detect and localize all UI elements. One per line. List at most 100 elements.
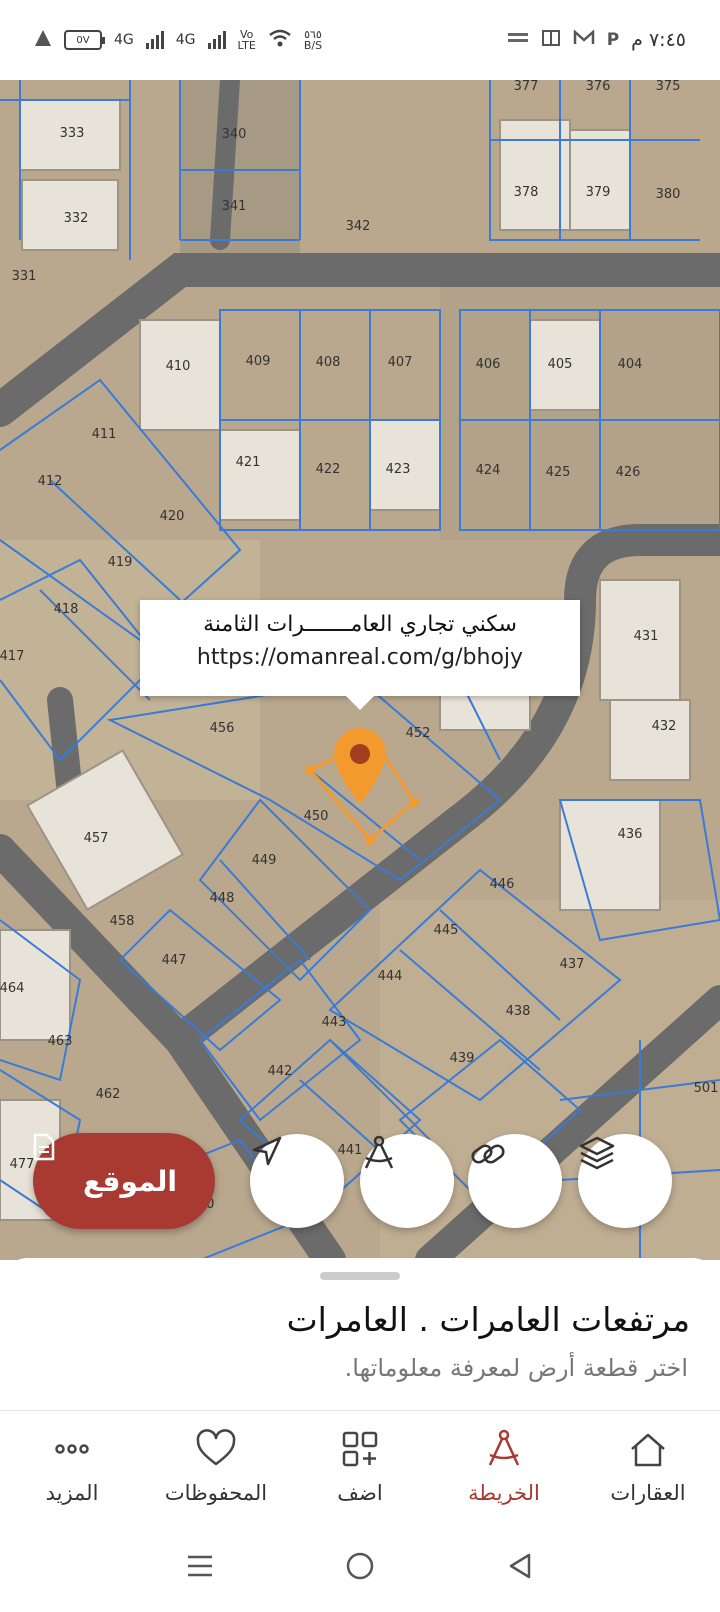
plot-label-436[interactable]: 436 [618, 827, 643, 842]
plot-label-410[interactable]: 410 [166, 359, 191, 374]
link-button[interactable] [468, 1134, 562, 1228]
sheet-drag-handle[interactable] [320, 1272, 400, 1280]
plot-label-456[interactable]: 456 [210, 721, 235, 736]
wifi-icon [268, 29, 292, 51]
satellite-map[interactable]: 333 332 331 340 341 342 377 376 375 378 379 380 410 4… [0, 80, 720, 1260]
plot-label-405[interactable]: 405 [548, 357, 573, 372]
plot-label-444[interactable]: 444 [378, 969, 403, 984]
plot-label-333[interactable]: 333 [60, 126, 85, 141]
status-bar: 0V 4G 4G Vo LTE ٥٦٥ B/S P ٧:٤٥ م [0, 0, 720, 80]
nav-item-properties[interactable]: العقارات [576, 1411, 720, 1520]
plot-label-431[interactable]: 431 [634, 629, 659, 644]
plot-label-443[interactable]: 443 [322, 1015, 347, 1030]
status-time: ٧:٤٥ م [631, 29, 686, 51]
plot-label-378[interactable]: 378 [514, 185, 539, 200]
signal-icon [145, 31, 164, 49]
plot-label-332[interactable]: 332 [64, 211, 89, 226]
measure-button[interactable] [360, 1134, 454, 1228]
plot-label-341[interactable]: 341 [222, 199, 247, 214]
plot-label-380[interactable]: 380 [656, 187, 681, 202]
heart-icon [194, 1427, 238, 1475]
nav-item-add[interactable]: اضف [288, 1411, 432, 1520]
nav-label-more: المزيد [45, 1480, 99, 1505]
plot-label-442[interactable]: 442 [268, 1064, 293, 1079]
home-circle-icon[interactable] [340, 1546, 380, 1586]
layers-button[interactable] [578, 1134, 672, 1228]
network-4g-label: 4G [114, 32, 134, 48]
plot-label-423[interactable]: 423 [386, 462, 411, 477]
plot-label-450[interactable]: 450 [304, 809, 329, 824]
nav-label-map: الخريطة [468, 1480, 540, 1505]
plot-label-464[interactable]: 464 [0, 981, 24, 996]
nav-item-map[interactable]: الخريطة [432, 1411, 576, 1520]
plot-label-331[interactable]: 331 [12, 269, 37, 284]
plot-label-409[interactable]: 409 [246, 354, 271, 369]
map-pin-icon [330, 726, 390, 806]
plot-label-457[interactable]: 457 [84, 831, 109, 846]
nav-item-saved[interactable]: المحفوظات [144, 1411, 288, 1520]
plot-label-477[interactable]: 477 [10, 1157, 35, 1172]
nav-item-more[interactable]: المزيد [0, 1411, 144, 1520]
add-grid-icon [338, 1427, 382, 1475]
plot-label-418[interactable]: 418 [54, 602, 79, 617]
battery-icon: 0V [64, 30, 105, 50]
plot-label-438[interactable]: 438 [506, 1004, 531, 1019]
status-right: P ٧:٤٥ م [507, 29, 686, 51]
building [609, 699, 691, 781]
building [139, 319, 221, 431]
document-icon [541, 29, 561, 51]
nav-label-add: اضف [337, 1480, 383, 1505]
area-subtitle: اختر قطعة أرض لمعرفة معلوماتها. [344, 1354, 688, 1382]
plot-label-404[interactable]: 404 [618, 357, 643, 372]
system-navigation-bar [0, 1520, 720, 1612]
plot-label-407[interactable]: 407 [388, 355, 413, 370]
plot-label-424[interactable]: 424 [476, 463, 501, 478]
plot-label-420[interactable]: 420 [160, 509, 185, 524]
location-button[interactable]: الموقع [33, 1133, 215, 1229]
plot-label-377[interactable]: 377 [514, 80, 539, 94]
plot-label-411[interactable]: 411 [92, 427, 117, 442]
home-icon [626, 1427, 670, 1475]
plot-label-463[interactable]: 463 [48, 1034, 73, 1049]
plot-label-432[interactable]: 432 [652, 719, 677, 734]
recent-apps-icon[interactable] [180, 1546, 220, 1586]
plot-label-437[interactable]: 437 [560, 957, 585, 972]
plot-label-340[interactable]: 340 [222, 127, 247, 142]
plot-label-376[interactable]: 376 [586, 80, 611, 94]
plot-label-447[interactable]: 447 [162, 953, 187, 968]
plot-label-441[interactable]: 441 [338, 1143, 363, 1158]
compass-icon [482, 1427, 526, 1475]
plot-label-449[interactable]: 449 [252, 853, 277, 868]
plot-label-462[interactable]: 462 [96, 1087, 121, 1102]
plot-label-419[interactable]: 419 [108, 555, 133, 570]
plot-label-417[interactable]: 417 [0, 649, 24, 664]
plot-label-426[interactable]: 426 [616, 465, 641, 480]
plot-label-446[interactable]: 446 [490, 877, 515, 892]
plot-label-406[interactable]: 406 [476, 357, 501, 372]
plot-label-412[interactable]: 412 [38, 474, 63, 489]
plot-label-375[interactable]: 375 [656, 80, 681, 94]
plot-label-425[interactable]: 425 [546, 465, 571, 480]
volte-label: Vo LTE [237, 28, 256, 52]
plot-label-439[interactable]: 439 [450, 1051, 475, 1066]
plot-label-458[interactable]: 458 [110, 914, 135, 929]
plot-label-445[interactable]: 445 [434, 923, 459, 938]
back-triangle-icon[interactable] [500, 1546, 540, 1586]
plot-info-callout[interactable]: سكني تجاري العامـــــــرات الثامنة https… [140, 600, 580, 710]
navigate-button[interactable] [250, 1134, 344, 1228]
plot-label-501[interactable]: 501 [694, 1081, 719, 1096]
plot-label-421[interactable]: 421 [236, 455, 261, 470]
area-title: مرتفعات العامرات . العامرات [286, 1300, 690, 1339]
more-icon [50, 1427, 94, 1475]
plot-label-342[interactable]: 342 [346, 219, 371, 234]
signal-icon-2 [207, 31, 226, 49]
plot-label-422[interactable]: 422 [316, 462, 341, 477]
plot-label-408[interactable]: 408 [316, 355, 341, 370]
plot-label-379[interactable]: 379 [586, 185, 611, 200]
parking-app-icon: P [606, 30, 620, 50]
plot-label-448[interactable]: 448 [210, 891, 235, 906]
mail-icon [573, 29, 595, 50]
plot-label-452[interactable]: 452 [406, 726, 431, 741]
info-bottom-sheet[interactable]: مرتفعات العامرات . العامرات اختر قطعة أر… [0, 1258, 720, 1410]
callout-url[interactable]: https://omanreal.com/g/bhojy [140, 645, 580, 670]
